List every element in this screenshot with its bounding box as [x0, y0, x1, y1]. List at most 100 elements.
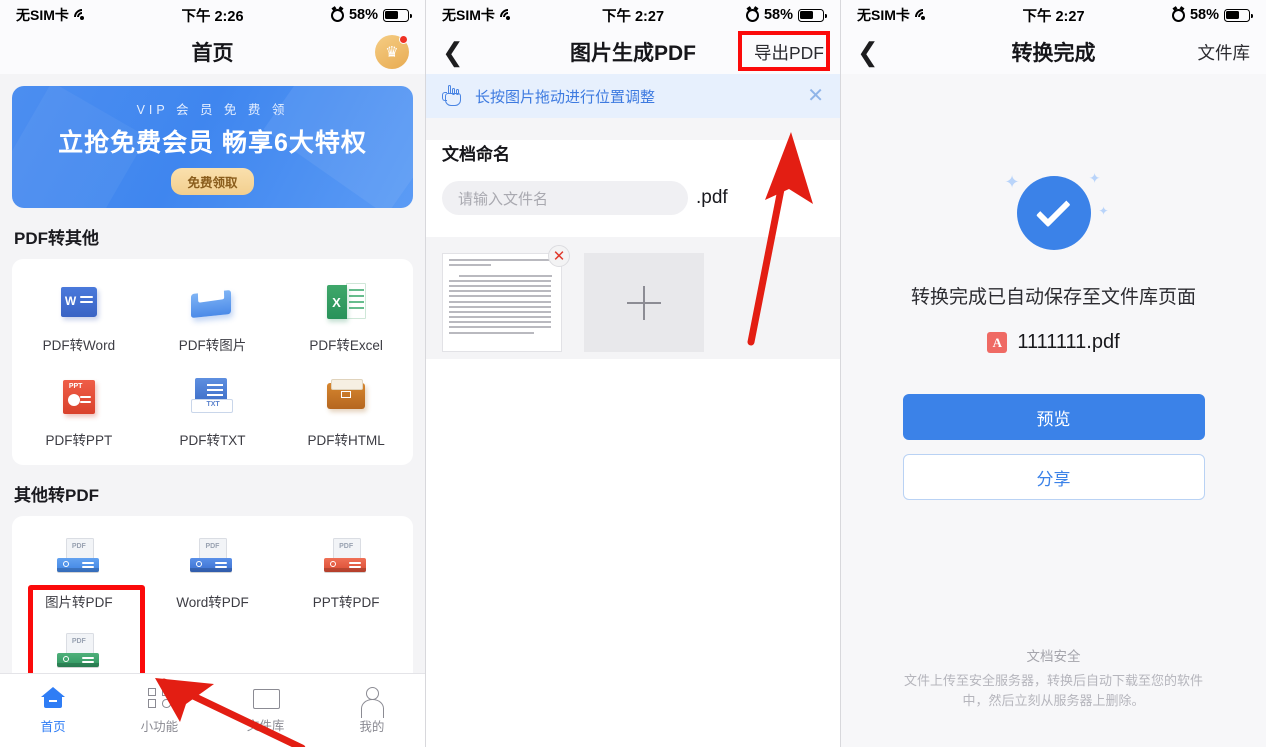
pdf-to-other-card: PDF转Word PDF转图片 PDF转Excel — [12, 259, 413, 465]
tab-label: 首页 — [40, 719, 66, 734]
preview-button[interactable]: 预览 — [902, 394, 1205, 440]
pdf-to-txt-icon: TXT — [186, 374, 238, 420]
tab-label: 文件库 — [246, 719, 285, 733]
pdf-file-icon: A — [987, 332, 1008, 353]
result-file-row[interactable]: A 1111111.pdf — [987, 331, 1120, 354]
thumbnail-item[interactable]: ✕ — [442, 245, 570, 352]
complete-nav-bar: ❮ 转换完成 文件库 — [841, 30, 1266, 74]
tab-label: 小功能 — [140, 719, 179, 734]
panel-home-screen: 无SIM卡 下午 2:26 58% 首页 ♛ VIP 会 员 免 费 领 立抢免… — [0, 0, 425, 747]
alarm-icon — [745, 8, 759, 22]
file-extension-label: .pdf — [696, 187, 728, 208]
doc-name-input[interactable]: 请输入文件名 — [442, 181, 688, 215]
tool-image-to-pdf[interactable]: PDF 图片转PDF — [12, 528, 146, 623]
tool-ppt-to-pdf[interactable]: PDF PPT转PDF — [279, 528, 413, 623]
pdf-to-word-icon — [53, 279, 105, 325]
three-panel-screenshot: 无SIM卡 下午 2:26 58% 首页 ♛ VIP 会 员 免 费 领 立抢免… — [0, 0, 1267, 747]
add-image-icon — [627, 285, 661, 320]
file-library-button[interactable]: 文件库 — [1198, 40, 1251, 65]
success-check-icon: ✦ ✦ ✦ — [999, 170, 1109, 256]
battery-percent: 58% — [1189, 7, 1219, 23]
status-bar-right: 58% — [330, 7, 412, 23]
drag-tip-bar: 长按图片拖动进行位置调整 ✕ — [426, 74, 840, 118]
tool-label: PDF转TXT — [179, 433, 246, 448]
banner-headline: 立抢免费会员 畅享6大特权 — [58, 129, 367, 157]
tab-tools[interactable]: 小功能 — [106, 674, 212, 747]
home-content: VIP 会 员 免 费 领 立抢免费会员 畅享6大特权 免费领取 PDF转其他 … — [0, 74, 425, 747]
status-bar-right: 58% — [745, 7, 827, 23]
word-to-pdf-icon: PDF — [186, 536, 238, 582]
back-chevron-icon[interactable]: ❮ — [857, 39, 885, 65]
tool-label: PPT转PDF — [312, 595, 380, 610]
tool-word-to-pdf[interactable]: PDF Word转PDF — [146, 528, 280, 623]
doc-name-label: 文档命名 — [442, 145, 510, 164]
alarm-icon — [1171, 8, 1185, 22]
add-image-button[interactable] — [584, 253, 704, 352]
ppt-to-pdf-icon: PDF — [320, 536, 372, 582]
battery-percent: 58% — [348, 7, 378, 23]
drag-hand-icon — [442, 85, 464, 107]
excel-to-pdf-icon: PDF — [53, 631, 105, 677]
tool-pdf-to-excel[interactable]: PDF转Excel — [279, 271, 413, 366]
banner-cta-button[interactable]: 免费领取 — [171, 168, 254, 195]
tool-label: 图片转PDF — [45, 595, 113, 610]
battery-percent: 58% — [763, 7, 793, 23]
check-circle — [1016, 176, 1091, 250]
share-button[interactable]: 分享 — [902, 454, 1205, 500]
export-pdf-button[interactable]: 导出PDF — [754, 40, 824, 65]
bottom-tab-bar: 首页 小功能 文件库 我的 — [0, 673, 425, 747]
user-icon — [360, 686, 385, 718]
pdf-to-ppt-icon: PPT — [53, 374, 105, 420]
page-title: 首页 — [191, 42, 234, 65]
sparkle-icon: ✦ — [1098, 204, 1109, 218]
tab-home[interactable]: 首页 — [0, 674, 106, 747]
thumbnail-preview — [443, 254, 561, 351]
back-chevron-icon[interactable]: ❮ — [442, 39, 470, 65]
tool-pdf-to-image[interactable]: PDF转图片 — [146, 271, 280, 366]
section-title-pdf-to-other: PDF转其他 — [14, 229, 99, 248]
home-nav-bar: 首页 ♛ — [0, 30, 425, 74]
tool-pdf-to-txt[interactable]: TXT PDF转TXT — [146, 366, 280, 461]
status-bar: 无SIM卡 下午 2:27 58% — [841, 0, 1266, 30]
sparkle-icon: ✦ — [1088, 170, 1101, 186]
image-to-pdf-nav-bar: ❮ 图片生成PDF 导出PDF — [426, 30, 840, 74]
pdf-to-other-grid: PDF转Word PDF转图片 PDF转Excel — [12, 271, 413, 461]
battery-icon — [798, 8, 827, 22]
alarm-icon — [330, 8, 344, 22]
sparkle-icon: ✦ — [1004, 172, 1020, 192]
status-bar: 无SIM卡 下午 2:27 58% — [426, 0, 840, 30]
complete-content: ✦ ✦ ✦ 转换完成已自动保存至文件库页面 A 1111111.pdf 预览 分… — [841, 74, 1266, 747]
crown-glyph: ♛ — [385, 43, 399, 61]
tool-label: PDF转HTML — [307, 433, 385, 448]
pdf-to-excel-icon — [320, 279, 372, 325]
folder-icon — [253, 687, 281, 709]
tool-label: PDF转Excel — [309, 338, 383, 353]
close-icon[interactable]: ✕ — [807, 86, 824, 106]
grid-icon — [147, 687, 171, 709]
safety-description: 文件上传至安全服务器，转换后自动下载至您的软件中，然后立刻从服务器上删除。 — [903, 672, 1203, 708]
banner-eyebrow: VIP 会 员 免 费 领 — [136, 103, 289, 117]
notification-dot — [399, 35, 408, 44]
tab-file-library[interactable]: 文件库 — [213, 674, 319, 747]
status-bar-right: 58% — [1171, 7, 1253, 23]
check-mark — [1035, 192, 1071, 227]
tool-pdf-to-word[interactable]: PDF转Word — [12, 271, 146, 366]
vip-banner[interactable]: VIP 会 员 免 费 领 立抢免费会员 畅享6大特权 免费领取 — [12, 86, 413, 208]
result-file-name: 1111111.pdf — [1017, 331, 1120, 353]
tool-pdf-to-html[interactable]: PDF转HTML — [279, 366, 413, 461]
tool-label: Word转PDF — [176, 595, 249, 610]
tool-label: PDF转Word — [42, 338, 116, 353]
crown-icon[interactable]: ♛ — [375, 35, 409, 69]
remove-thumbnail-icon[interactable]: ✕ — [548, 245, 570, 267]
section-title-other-to-pdf: 其他转PDF — [14, 486, 99, 505]
safety-title: 文档安全 — [1026, 649, 1081, 664]
tool-label: PDF转PPT — [45, 433, 113, 448]
battery-icon — [1224, 8, 1253, 22]
home-icon — [41, 686, 66, 709]
thumbnail-strip: ✕ — [426, 237, 840, 359]
panel-conversion-complete-screen: 无SIM卡 下午 2:27 58% ❮ 转换完成 文件库 ✦ ✦ ✦ 转换完成已… — [840, 0, 1266, 747]
doc-name-placeholder: 请输入文件名 — [458, 190, 549, 208]
tool-pdf-to-ppt[interactable]: PPT PDF转PPT — [12, 366, 146, 461]
tab-mine[interactable]: 我的 — [319, 674, 425, 747]
pdf-to-html-icon — [320, 374, 372, 420]
